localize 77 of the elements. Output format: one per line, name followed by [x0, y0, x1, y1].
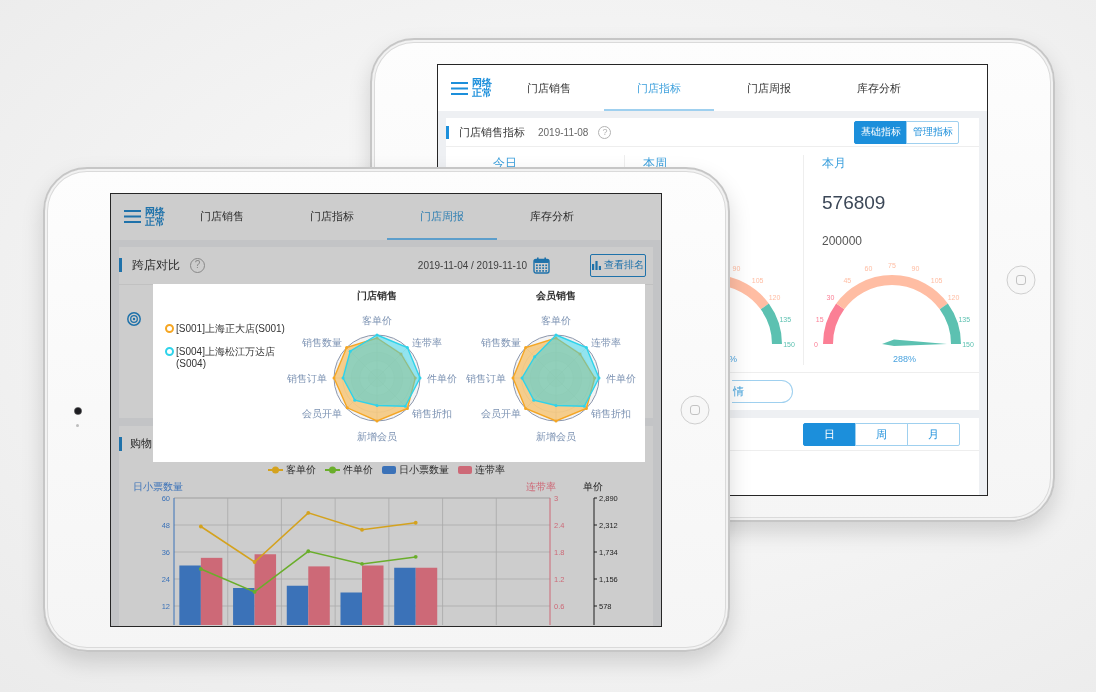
mode-tab[interactable]: 管理指标 — [906, 120, 959, 144]
accent-bar-icon — [446, 125, 449, 139]
ranking-button[interactable]: 查看排名 — [590, 253, 646, 277]
radar-axis-label: 客单价 — [362, 314, 392, 325]
axis-title: 连带率 — [526, 480, 556, 491]
range-tab[interactable]: 周 — [855, 422, 908, 446]
sensor-dot-icon — [76, 423, 79, 427]
legend-item[interactable]: 件单价 — [324, 462, 373, 477]
nav-tab[interactable]: 门店指标 — [277, 193, 387, 240]
radar-title: 门店销售 — [357, 289, 397, 300]
bar — [200, 557, 223, 625]
range-tab[interactable]: 日 — [803, 422, 856, 446]
legend-label: [S004]上海松江万达店(S004) — [176, 345, 276, 370]
data-point — [360, 561, 364, 566]
data-point — [252, 559, 257, 564]
bar-chart-icon — [592, 260, 601, 270]
radar-axis-label: 会员开单 — [480, 407, 521, 419]
nav-tab[interactable]: 门店销售 — [494, 65, 604, 111]
data-point — [252, 589, 257, 594]
axis-title: 单价 — [583, 480, 603, 491]
data-point — [306, 548, 311, 553]
radar-axis-label: 连带率 — [591, 336, 622, 348]
menu-icon[interactable] — [124, 210, 141, 223]
section-title: 门店销售指标 — [459, 124, 525, 140]
date-range-text: 2019-11-04 / 2019-11-10 — [417, 259, 527, 271]
radar-axis-label: 销售折扣 — [412, 407, 453, 419]
radar-axis-label: 新增会员 — [536, 430, 576, 441]
legend-item[interactable]: 日小票数量 — [381, 462, 449, 477]
nav-tab[interactable]: 门店指标 — [604, 65, 714, 111]
radar-axis-label: 客单价 — [541, 314, 571, 325]
target-icon — [127, 311, 141, 326]
radar-axis-label: 新增会员 — [357, 430, 397, 441]
legend-item[interactable]: 连带率 — [457, 462, 505, 477]
menu-icon[interactable] — [451, 81, 468, 95]
detail-button[interactable]: 情 — [732, 380, 793, 403]
period-label: 本月 — [822, 155, 846, 171]
nav-tab[interactable]: 门店周报 — [714, 65, 824, 111]
data-point — [360, 527, 364, 532]
mode-tab[interactable]: 基础指标 — [854, 120, 907, 144]
bar — [179, 565, 201, 625]
data-point — [198, 566, 203, 571]
section-title: 购物 — [130, 436, 152, 451]
metric-value: 576809 — [822, 191, 886, 215]
network-status: 网络正常 — [472, 78, 492, 98]
data-point — [413, 520, 418, 525]
target-value: 200000 — [822, 233, 863, 249]
radar-axis-label: 销售数量 — [301, 336, 342, 348]
nav-tab[interactable]: 库存分析 — [497, 193, 607, 240]
accent-bar-icon — [119, 436, 122, 451]
data-point — [306, 510, 311, 515]
radar-axis-label: 连带率 — [412, 336, 443, 348]
nav-tab[interactable]: 门店销售 — [167, 193, 277, 240]
radar-axis-label: 件单价 — [427, 372, 457, 383]
radar-axis-label: 件单价 — [606, 372, 636, 383]
data-point — [198, 524, 203, 528]
legend-item[interactable]: 客单价 — [267, 462, 316, 477]
legend-label: [S001]上海正大店(S001) — [176, 322, 286, 335]
radar-axis-label: 销售数量 — [480, 336, 521, 348]
calendar-icon[interactable] — [533, 256, 550, 274]
radar-axis-label: 会员开单 — [301, 407, 342, 419]
date-text: 2019-11-08 — [538, 126, 589, 138]
data-point — [413, 554, 418, 559]
bar — [394, 567, 416, 625]
camera-icon — [73, 406, 82, 415]
accent-bar-icon — [119, 258, 122, 272]
bar — [415, 567, 438, 625]
axis-title: 日小票数量 — [133, 480, 183, 491]
nav-tab[interactable]: 库存分析 — [824, 65, 934, 111]
nav-tab[interactable]: 门店周报 — [387, 193, 497, 240]
section-title: 跨店对比 — [132, 257, 180, 273]
range-tab[interactable]: 月 — [907, 422, 960, 446]
radar-title: 会员销售 — [536, 289, 576, 300]
gauge-reading: 288% — [892, 354, 916, 364]
network-status: 网络正常 — [145, 206, 165, 227]
radar-axis-label: 销售订单 — [466, 372, 506, 383]
radar-axis-label: 销售折扣 — [591, 407, 632, 419]
radar-axis-label: 销售订单 — [287, 372, 327, 383]
